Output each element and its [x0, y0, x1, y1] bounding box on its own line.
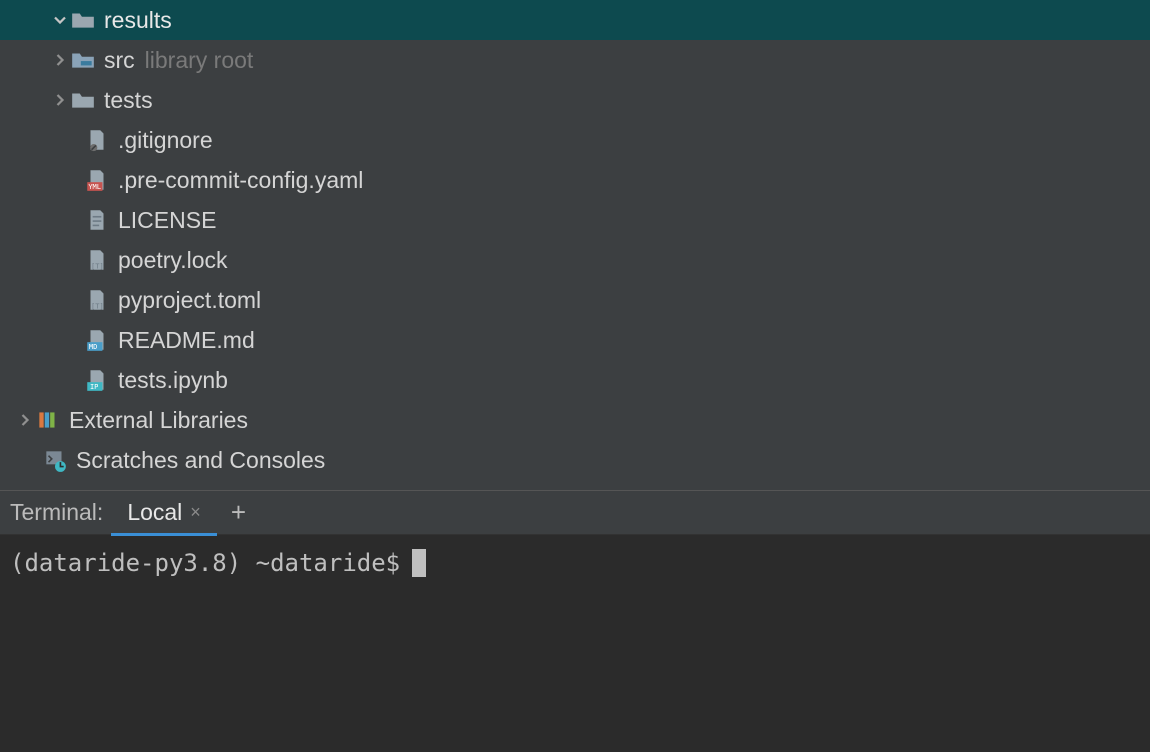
- tree-item-label: src: [104, 47, 135, 74]
- scratches-icon: [42, 447, 68, 473]
- chevron-right-icon[interactable]: [50, 47, 70, 73]
- svg-text:[T]: [T]: [91, 262, 104, 271]
- tab-label: Local: [127, 499, 182, 526]
- svg-text:MD: MD: [89, 342, 97, 351]
- tree-item-label: .pre-commit-config.yaml: [118, 167, 363, 194]
- tree-scratches[interactable]: Scratches and Consoles: [0, 440, 1150, 480]
- markdown-file-icon: MD: [84, 327, 110, 353]
- tree-file-tests-ipynb[interactable]: IP tests.ipynb: [0, 360, 1150, 400]
- tree-item-hint: library root: [145, 47, 254, 74]
- yaml-file-icon: YML: [84, 167, 110, 193]
- tree-folder-results[interactable]: results: [0, 0, 1150, 40]
- svg-text:[T]: [T]: [91, 302, 104, 311]
- terminal-cursor: [412, 549, 426, 577]
- chevron-right-icon[interactable]: [50, 87, 70, 113]
- tree-item-label: pyproject.toml: [118, 287, 261, 314]
- toml-file-icon: [T]: [84, 247, 110, 273]
- terminal-tab-bar: Terminal: Local × +: [0, 491, 1150, 535]
- tree-file-gitignore[interactable]: .gitignore: [0, 120, 1150, 160]
- tree-item-label: LICENSE: [118, 207, 216, 234]
- tree-file-readme[interactable]: MD README.md: [0, 320, 1150, 360]
- chevron-right-icon[interactable]: [15, 407, 35, 433]
- svg-text:IP: IP: [90, 382, 98, 391]
- folder-icon: [70, 87, 96, 113]
- terminal-panel-title: Terminal:: [10, 499, 103, 526]
- tree-item-label: tests.ipynb: [118, 367, 228, 394]
- tree-file-license[interactable]: LICENSE: [0, 200, 1150, 240]
- tree-item-label: Scratches and Consoles: [76, 447, 325, 474]
- project-tree-panel: results src library root tests .gitignor…: [0, 0, 1150, 490]
- terminal-output[interactable]: (dataride-py3.8) ~dataride$: [0, 535, 1150, 752]
- chevron-down-icon[interactable]: [50, 7, 70, 33]
- tree-item-label: tests: [104, 87, 153, 114]
- library-icon: [35, 407, 61, 433]
- terminal-tab-local[interactable]: Local ×: [121, 491, 207, 535]
- tree-file-precommit[interactable]: YML .pre-commit-config.yaml: [0, 160, 1150, 200]
- folder-icon: [70, 7, 96, 33]
- tree-folder-src[interactable]: src library root: [0, 40, 1150, 80]
- new-terminal-button[interactable]: +: [225, 497, 252, 528]
- tree-item-label: poetry.lock: [118, 247, 228, 274]
- file-icon: [84, 127, 110, 153]
- source-folder-icon: [70, 47, 96, 73]
- svg-text:YML: YML: [88, 182, 101, 191]
- tree-file-pyproject[interactable]: [T] pyproject.toml: [0, 280, 1150, 320]
- tree-item-label: .gitignore: [118, 127, 213, 154]
- tree-item-label: results: [104, 7, 172, 34]
- terminal-prompt: (dataride-py3.8) ~dataride$: [10, 549, 400, 577]
- tree-file-poetrylock[interactable]: [T] poetry.lock: [0, 240, 1150, 280]
- text-file-icon: [84, 207, 110, 233]
- tree-item-label: External Libraries: [69, 407, 248, 434]
- terminal-panel: Terminal: Local × + (dataride-py3.8) ~da…: [0, 490, 1150, 752]
- toml-file-icon: [T]: [84, 287, 110, 313]
- tree-folder-tests[interactable]: tests: [0, 80, 1150, 120]
- tree-external-libraries[interactable]: External Libraries: [0, 400, 1150, 440]
- close-icon[interactable]: ×: [190, 502, 201, 523]
- tree-item-label: README.md: [118, 327, 255, 354]
- notebook-file-icon: IP: [84, 367, 110, 393]
